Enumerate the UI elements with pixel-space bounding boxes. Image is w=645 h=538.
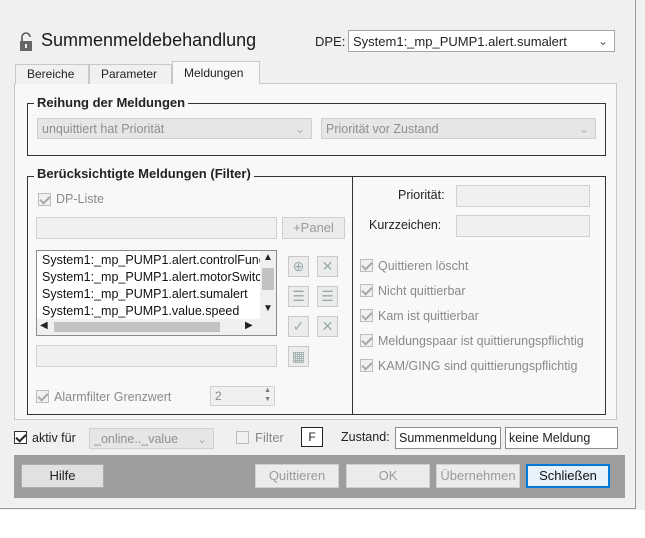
ordering-select-2-value: Priorität vor Zustand [326, 122, 439, 136]
close-button[interactable]: Schließen [526, 464, 610, 488]
add-dp-icon[interactable]: ⊕ [288, 256, 309, 277]
ok-button[interactable]: OK [346, 464, 430, 488]
help-button[interactable]: Hilfe [21, 464, 104, 488]
acknowledge-button[interactable]: Quittieren [255, 464, 339, 488]
list-item[interactable]: System1:_mp_PUMP1.alert.motorSwitch [42, 270, 268, 284]
add-panel-button[interactable]: +Panel [282, 217, 345, 239]
ordering-select-2[interactable]: Priorität vor Zustand ⌄ [321, 118, 596, 139]
option-checkbox[interactable] [360, 334, 373, 347]
filter-group-divider [352, 177, 353, 415]
state-field-1: Summenmeldung [395, 427, 501, 449]
option-label: KAM/GING sind quittierungspflichtig [378, 359, 578, 373]
dp-filter-input[interactable] [36, 217, 277, 239]
move-up-icon[interactable]: ☰ [288, 286, 309, 307]
active-checkbox[interactable] [14, 431, 27, 444]
option-label: Quittieren löscht [378, 259, 469, 273]
priority-label: Priorität: [398, 188, 445, 202]
filter-label: Filter [255, 430, 284, 445]
dpe-select-value: System1:_mp_PUMP1.alert.sumalert [353, 34, 567, 49]
alarm-filter-label: Alarmfilter Grenzwert [54, 390, 172, 404]
list-item[interactable]: System1:_mp_PUMP1.alert.sumalert [42, 287, 248, 301]
scroll-left-icon[interactable]: ◀ [40, 320, 48, 331]
filter-checkbox[interactable] [236, 431, 249, 444]
option-checkbox[interactable] [360, 309, 373, 322]
dp-list-label: DP-Liste [56, 192, 104, 206]
active-for-select[interactable]: _online.._value ⌄ [89, 428, 214, 449]
state-value-2: keine Meldung [509, 431, 591, 445]
page-title: Summenmeldebehandlung [41, 30, 257, 50]
priority-input[interactable] [456, 185, 590, 207]
spin-up-icon[interactable]: ▲ [264, 387, 271, 394]
filter-group-title: Berücksichtigte Meldungen (Filter) [34, 166, 254, 181]
scroll-thumb[interactable] [54, 322, 220, 332]
scroll-right-icon[interactable]: ▶ [245, 320, 253, 331]
chevron-down-icon: ⌄ [578, 122, 589, 136]
shortcut-input[interactable] [456, 215, 590, 237]
pattern-input[interactable] [36, 345, 277, 367]
scroll-thumb[interactable] [262, 268, 274, 290]
scroll-up-icon[interactable]: ▲ [263, 252, 273, 263]
dpe-select[interactable]: System1:_mp_PUMP1.alert.sumalert ⌄ [348, 30, 615, 52]
list-settings-icon[interactable]: ▦ [288, 346, 309, 367]
chevron-down-icon: ⌄ [597, 34, 608, 48]
ordering-select-1[interactable]: unquittiert hat Priorität ⌄ [37, 118, 312, 139]
scroll-down-icon[interactable]: ▼ [263, 303, 273, 314]
alarm-filter-spinbox[interactable]: 2 ▲ ▼ [210, 386, 275, 406]
option-label: Meldungspaar ist quittierungspflichtig [378, 334, 584, 348]
bottom-strip [0, 510, 645, 538]
state-label: Zustand: [341, 430, 390, 444]
chevron-down-icon: ⌄ [294, 122, 305, 136]
state-value-1: Summenmeldung [399, 431, 497, 445]
lock-icon [20, 32, 32, 51]
option-checkbox[interactable] [360, 284, 373, 297]
active-for-value: _online.._value [94, 432, 179, 446]
tab-meldungen[interactable]: Meldungen [172, 61, 260, 85]
tab-parameter[interactable]: Parameter [89, 64, 172, 84]
remove-dp-icon[interactable]: ✕ [317, 256, 338, 277]
alarm-filter-checkbox[interactable] [36, 390, 49, 403]
state-field-2: keine Meldung [505, 427, 618, 449]
confirm-icon[interactable]: ✓ [288, 316, 309, 337]
ordering-select-1-value: unquittiert hat Priorität [42, 122, 165, 136]
dpe-label: DPE: [315, 34, 346, 49]
cancel-icon[interactable]: ✕ [317, 316, 338, 337]
dp-listbox[interactable]: System1:_mp_PUMP1.alert.controlFunction … [36, 250, 277, 336]
spin-down-icon[interactable]: ▼ [264, 396, 271, 403]
option-label: Nicht quittierbar [378, 284, 466, 298]
alarm-filter-value: 2 [215, 389, 222, 403]
list-item[interactable]: System1:_mp_PUMP1.alert.controlFunction [42, 253, 276, 267]
option-checkbox[interactable] [360, 259, 373, 272]
filter-f-button[interactable]: F [301, 427, 323, 447]
option-checkbox[interactable] [360, 359, 373, 372]
horizontal-scrollbar[interactable]: ◀ ▶ [37, 319, 276, 335]
shortcut-label: Kurzzeichen: [369, 218, 442, 232]
list-item[interactable]: System1:_mp_PUMP1.value.speed [42, 304, 239, 318]
ordering-group-title: Reihung der Meldungen [34, 95, 189, 110]
apply-button[interactable]: Übernehmen [436, 464, 520, 488]
vertical-scrollbar[interactable]: ▲ ▼ [260, 251, 276, 319]
tab-bereiche[interactable]: Bereiche [15, 64, 89, 84]
option-label: Kam ist quittierbar [378, 309, 479, 323]
move-down-icon[interactable]: ☰ [317, 286, 338, 307]
dp-list-checkbox[interactable] [38, 193, 51, 206]
active-label: aktiv für [32, 431, 76, 445]
chevron-down-icon: ⌄ [196, 432, 207, 446]
